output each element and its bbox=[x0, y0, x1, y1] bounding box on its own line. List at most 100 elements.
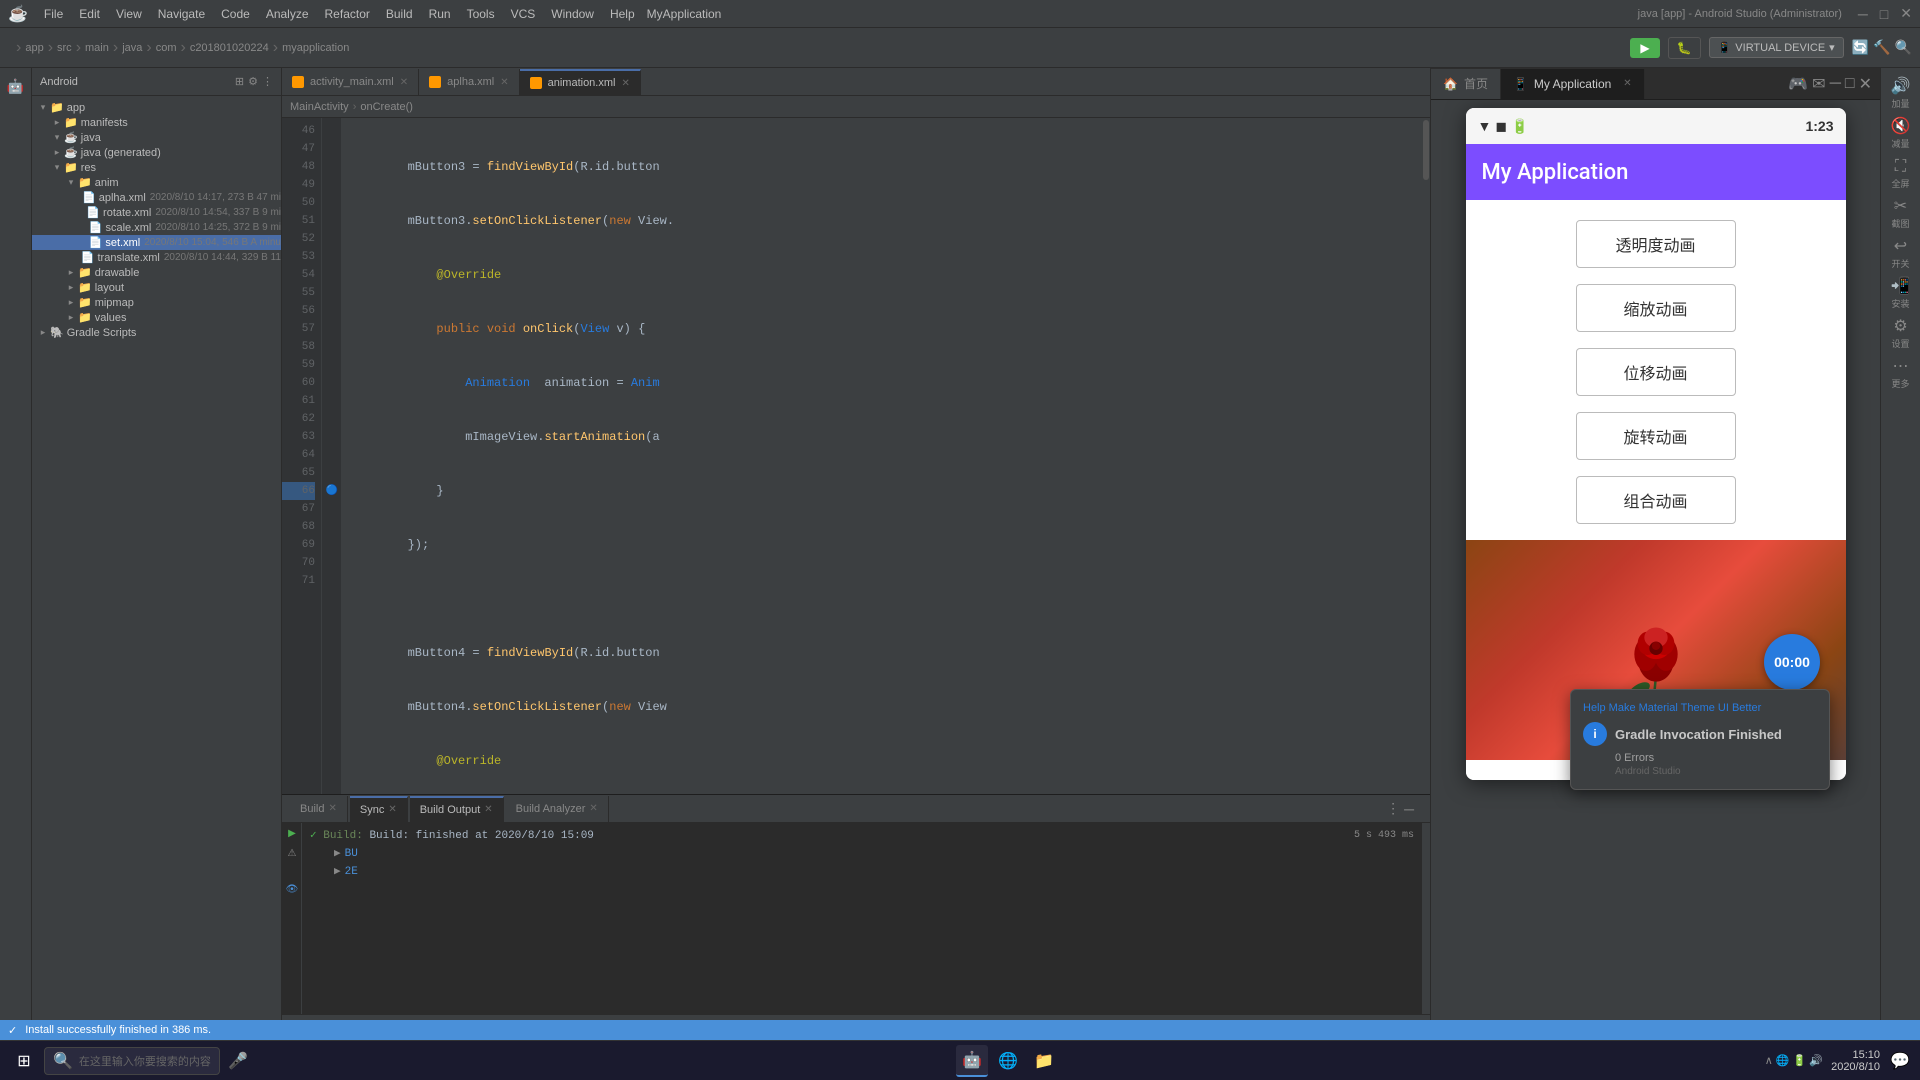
build-tab-close-sync[interactable]: ✕ bbox=[328, 803, 336, 814]
taskbar-start[interactable]: ⊞ bbox=[8, 1045, 40, 1077]
build-run-icon[interactable]: ▶ bbox=[282, 823, 302, 843]
tab-close-animation[interactable]: ✕ bbox=[621, 78, 629, 89]
tree-item-drawable[interactable]: ▸ 📁 drawable bbox=[32, 265, 281, 280]
android-icon[interactable]: 🤖 bbox=[2, 72, 30, 100]
btn-scale[interactable]: 缩放动画 bbox=[1576, 284, 1736, 332]
menu-item-navigate[interactable]: Navigate bbox=[150, 5, 213, 23]
preview-icon-2[interactable]: ✉ bbox=[1812, 74, 1825, 94]
toolbar-action-2[interactable]: 🔨 bbox=[1873, 39, 1890, 56]
tree-item-anim[interactable]: ▾ 📁 anim bbox=[32, 175, 281, 190]
menu-item-help[interactable]: Help bbox=[602, 5, 643, 23]
tab-close-aplha[interactable]: ✕ bbox=[500, 77, 508, 88]
menu-item-run[interactable]: Run bbox=[421, 5, 459, 23]
run-button[interactable]: ▶ bbox=[1630, 38, 1659, 58]
taskbar-chrome[interactable]: 🌐 bbox=[992, 1045, 1024, 1077]
sidebar-expand-icon[interactable]: ⊞ bbox=[235, 75, 244, 88]
menu-item-vcs[interactable]: VCS bbox=[503, 5, 544, 23]
menu-item-build[interactable]: Build bbox=[378, 5, 421, 23]
toolbar-action-3[interactable]: 🔍 bbox=[1895, 39, 1912, 56]
browser-tab-app[interactable]: 📱 My Application ✕ bbox=[1501, 69, 1645, 99]
preview-icon-1[interactable]: 🎮 bbox=[1788, 74, 1808, 94]
menu-item-view[interactable]: View bbox=[108, 5, 150, 23]
breadcrumb-mainactivity[interactable]: MainActivity bbox=[290, 101, 349, 113]
device-selector[interactable]: 📱 VIRTUAL DEVICE ▾ bbox=[1709, 37, 1844, 58]
browser-tab-home[interactable]: 🏠 首页 bbox=[1431, 69, 1501, 99]
sidebar-more-icon[interactable]: ⋮ bbox=[262, 75, 273, 88]
xml-tab-icon-2 bbox=[429, 76, 441, 88]
close-button[interactable]: ✕ bbox=[1900, 5, 1912, 22]
btn-combo[interactable]: 组合动画 bbox=[1576, 476, 1736, 524]
tree-item-java[interactable]: ▾ ☕ java bbox=[32, 130, 281, 145]
maximize-button[interactable]: □ bbox=[1880, 6, 1888, 22]
app-tab-label: My Application bbox=[1534, 77, 1611, 91]
right-icon-fullscreen[interactable]: ⛶ 全屏 bbox=[1883, 156, 1919, 192]
tree-item-set-xml[interactable]: ▸ 📄 set.xml 2020/8/10 15:04, 546 B A min… bbox=[32, 235, 281, 250]
tree-item-rotate-xml[interactable]: ▸ 📄 rotate.xml 2020/8/10 14:54, 337 B 9 … bbox=[32, 205, 281, 220]
build-tab-build[interactable]: Build ✕ bbox=[290, 796, 348, 822]
toolbar-action-1[interactable]: 🔄 bbox=[1852, 39, 1869, 56]
right-icon-more[interactable]: ⋯ 更多 bbox=[1883, 356, 1919, 392]
build-tab-analyzer[interactable]: Build Analyzer ✕ bbox=[506, 796, 609, 822]
build-tab-close-build[interactable]: ✕ bbox=[388, 804, 396, 815]
menu-item-analyze[interactable]: Analyze bbox=[258, 5, 317, 23]
build-tab-output[interactable]: Build Output ✕ bbox=[410, 796, 504, 822]
taskbar-android-studio[interactable]: 🤖 bbox=[956, 1045, 988, 1077]
help-link-area[interactable]: Help Make Material Theme UI Better bbox=[1583, 702, 1817, 714]
build-tab-close-output[interactable]: ✕ bbox=[484, 804, 492, 815]
sidebar-settings-icon[interactable]: ⚙ bbox=[248, 75, 258, 88]
tree-item-aplha-xml[interactable]: ▸ 📄 aplha.xml 2020/8/10 14:17, 273 B 47 … bbox=[32, 190, 281, 205]
build-scroll-arrow[interactable]: ▶ bbox=[334, 845, 341, 863]
build-scroll-arrow-2[interactable]: ▶ bbox=[334, 863, 341, 881]
tree-item-gradle[interactable]: ▸ 🐘 Gradle Scripts bbox=[32, 325, 281, 340]
tree-item-app[interactable]: ▾ 📁 app bbox=[32, 100, 281, 115]
taskbar-folder[interactable]: 📁 bbox=[1028, 1045, 1060, 1077]
tree-item-translate-xml[interactable]: ▸ 📄 translate.xml 2020/8/10 14:44, 329 B… bbox=[32, 250, 281, 265]
preview-minimize[interactable]: ─ bbox=[1830, 75, 1841, 93]
notification-tray[interactable]: 💬 bbox=[1888, 1049, 1912, 1073]
tab-aplha[interactable]: aplha.xml ✕ bbox=[419, 69, 519, 95]
breadcrumb-oncreate[interactable]: onCreate() bbox=[360, 101, 413, 113]
right-icon-volume-up[interactable]: 🔊 加量 bbox=[1883, 76, 1919, 112]
menu-item-tools[interactable]: Tools bbox=[459, 5, 503, 23]
right-icon-install[interactable]: 📲 安装 bbox=[1883, 276, 1919, 312]
tab-activity-main[interactable]: activity_main.xml ✕ bbox=[282, 69, 419, 95]
code-content[interactable]: mButton3 = findViewById(R.id.button mBut… bbox=[342, 118, 1422, 794]
tree-item-scale-xml[interactable]: ▸ 📄 scale.xml 2020/8/10 14:25, 372 B 9 m… bbox=[32, 220, 281, 235]
btn-alpha[interactable]: 透明度动画 bbox=[1576, 220, 1736, 268]
btn-rotate[interactable]: 旋转动画 bbox=[1576, 412, 1736, 460]
minimize-button[interactable]: ─ bbox=[1858, 6, 1868, 22]
build-tab-sync[interactable]: Sync ✕ bbox=[350, 796, 408, 822]
preview-close[interactable]: ✕ bbox=[1859, 74, 1872, 94]
menu-item-window[interactable]: Window bbox=[543, 5, 602, 23]
tab-animation[interactable]: animation.xml ✕ bbox=[520, 69, 641, 95]
tree-item-layout[interactable]: ▸ 📁 layout bbox=[32, 280, 281, 295]
right-icon-screenshot[interactable]: ✂ 截图 bbox=[1883, 196, 1919, 232]
preview-maximize[interactable]: □ bbox=[1845, 75, 1855, 93]
debug-button[interactable]: 🐛 bbox=[1668, 37, 1701, 59]
menu-item-refactor[interactable]: Refactor bbox=[317, 5, 378, 23]
taskbar-cortana[interactable]: 🎤 bbox=[224, 1047, 252, 1075]
build-scrollbar[interactable] bbox=[1422, 823, 1430, 1014]
menu-item-edit[interactable]: Edit bbox=[71, 5, 108, 23]
tree-item-res[interactable]: ▾ 📁 res bbox=[32, 160, 281, 175]
build-eye-icon[interactable]: 👁 bbox=[282, 879, 302, 899]
tree-item-java-generated[interactable]: ▸ ☕ java (generated) bbox=[32, 145, 281, 160]
right-icon-settings[interactable]: ⚙ 设置 bbox=[1883, 316, 1919, 352]
tree-item-mipmap[interactable]: ▸ 📁 mipmap bbox=[32, 295, 281, 310]
build-panel-minimize-icon[interactable]: ─ bbox=[1404, 801, 1414, 817]
btn-translate[interactable]: 位移动画 bbox=[1576, 348, 1736, 396]
menu-item-file[interactable]: File bbox=[36, 5, 71, 23]
tree-item-manifests[interactable]: ▸ 📁 manifests bbox=[32, 115, 281, 130]
timer-badge[interactable]: 00:00 bbox=[1764, 634, 1820, 690]
taskbar-search[interactable]: 🔍 在这里输入你要搜索的内容 bbox=[44, 1047, 220, 1075]
menu-item-code[interactable]: Code bbox=[213, 5, 258, 23]
vertical-scrollbar[interactable] bbox=[1422, 118, 1430, 794]
right-icon-volume-down[interactable]: 🔇 减量 bbox=[1883, 116, 1919, 152]
app-tab-close[interactable]: ✕ bbox=[1623, 78, 1631, 89]
build-tab-close-analyzer[interactable]: ✕ bbox=[589, 803, 597, 814]
breadcrumb-src: src bbox=[57, 42, 72, 54]
tree-item-values[interactable]: ▸ 📁 values bbox=[32, 310, 281, 325]
right-icon-back[interactable]: ↩ 开关 bbox=[1883, 236, 1919, 272]
tab-close-activity[interactable]: ✕ bbox=[400, 77, 408, 88]
build-panel-more-icon[interactable]: ⋮ bbox=[1386, 800, 1400, 817]
